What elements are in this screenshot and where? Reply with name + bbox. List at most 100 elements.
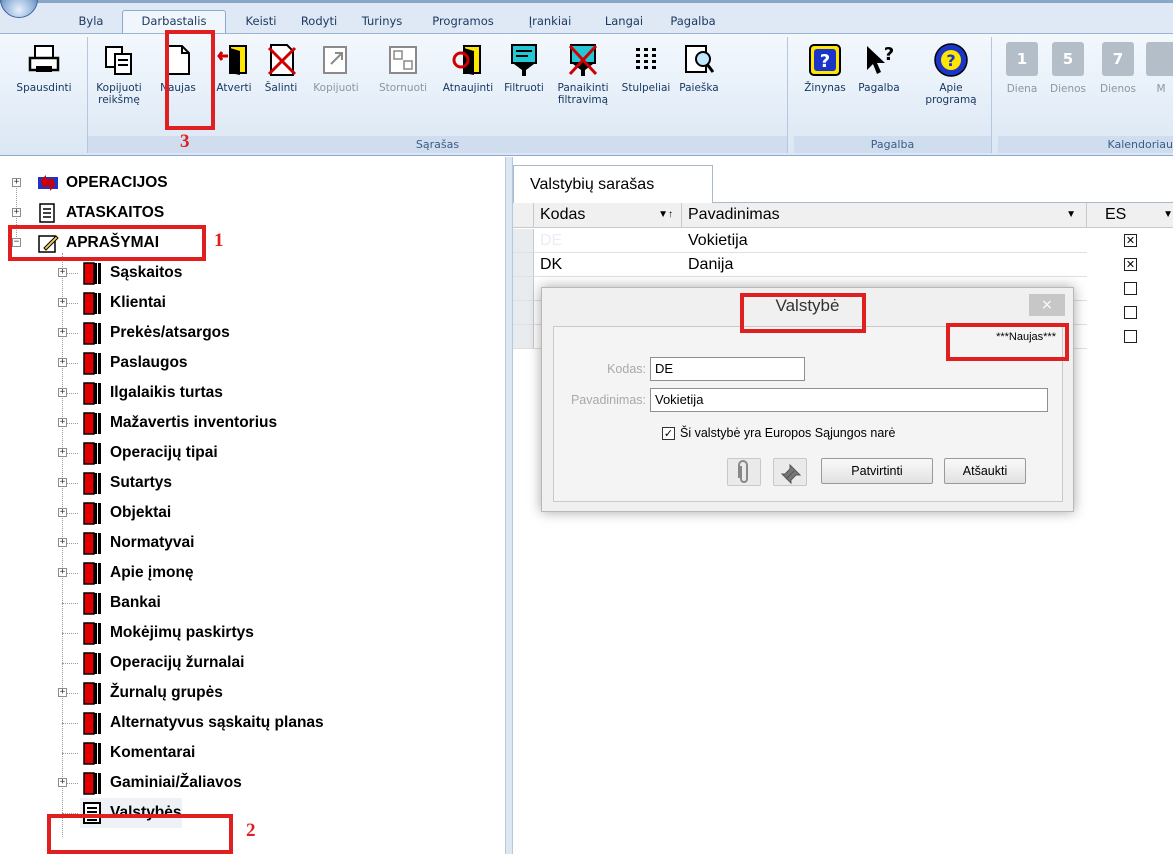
tree-root-ataskaitos[interactable]: ATASKAITOS [36, 198, 164, 228]
clear-filter-button[interactable]: Panaikinti filtravimą [550, 42, 616, 106]
menu-tab-byla[interactable]: Byla [68, 11, 114, 33]
splitter[interactable] [505, 157, 513, 854]
book-icon [83, 772, 101, 795]
pin-button[interactable] [773, 458, 807, 486]
menu-tab-irankiai[interactable]: Įrankiai [515, 11, 585, 33]
expander-toggle[interactable]: + [58, 538, 67, 547]
tree-item[interactable]: Mokėjimų paskirtys [80, 618, 254, 648]
calendar-5days-button[interactable]: 5 Dienos [1046, 42, 1090, 95]
tree-item-label: Sąskaitos [110, 264, 183, 281]
expander-toggle[interactable]: + [58, 508, 67, 517]
menu-tab-pagalba[interactable]: Pagalba [660, 11, 726, 33]
menu-tab-rodyti[interactable]: Rodyti [292, 11, 346, 33]
expander-toggle[interactable]: + [58, 298, 67, 307]
eu-member-cell-checkbox[interactable]: ✕ [1124, 234, 1137, 247]
expander-toggle[interactable]: + [58, 478, 67, 487]
tree-item[interactable]: Operacijų žurnalai [80, 648, 244, 678]
tree-item[interactable]: Žurnalų grupės [80, 678, 223, 708]
tree-item[interactable]: Operacijų tipai [80, 438, 218, 468]
eu-member-cell-checkbox[interactable] [1124, 282, 1137, 295]
row-indicator[interactable] [513, 301, 534, 325]
book-icon [83, 322, 101, 345]
delete-button[interactable]: Šalinti [256, 42, 306, 94]
tree-item[interactable]: Sąskaitos [80, 258, 182, 288]
column-header-name[interactable]: Pavadinimas ▼ [682, 203, 1087, 228]
expander-toggle[interactable]: + [58, 388, 67, 397]
expander-toggle[interactable]: + [12, 208, 21, 217]
menu-tab-keisti[interactable]: Keisti [236, 11, 286, 33]
tree-root-label: OPERACIJOS [66, 174, 168, 191]
row-indicator[interactable] [513, 253, 534, 277]
eu-member-cell-checkbox[interactable] [1124, 330, 1137, 343]
name-label: Pavadinimas: [570, 393, 646, 407]
calendar-1-icon: 1 [1006, 42, 1038, 76]
expander-toggle[interactable]: + [58, 328, 67, 337]
eu-member-checkbox[interactable]: ✓ [662, 427, 675, 440]
calendar-month-button[interactable]: M [1146, 42, 1173, 95]
copy-value-button[interactable]: Kopijuoti reikšmę [91, 42, 147, 106]
tree-item[interactable]: Objektai [80, 498, 171, 528]
column-header-es[interactable]: ES ▼ [1087, 203, 1173, 228]
expander-toggle[interactable]: + [58, 568, 67, 577]
tree-item[interactable]: Alternatyvus sąskaitų planas [80, 708, 324, 738]
calendar-7days-button[interactable]: 7 Dienos [1096, 42, 1140, 95]
expander-toggle[interactable]: + [58, 268, 67, 277]
row-indicator[interactable] [513, 325, 534, 349]
sort-filter-icon[interactable]: ▼↑ [658, 203, 673, 227]
expander-toggle[interactable]: + [58, 418, 67, 427]
cell-code[interactable]: DK [534, 253, 682, 277]
columns-button[interactable]: Stulpeliai [616, 42, 676, 94]
tree-item[interactable]: Mažavertis inventorius [80, 408, 277, 438]
tab-valstybiu-sarasas[interactable]: Valstybių sarašas [513, 165, 713, 203]
about-button[interactable]: ? Apie programą [918, 42, 984, 106]
help-button[interactable]: ? Pagalba [854, 42, 904, 94]
filter-button[interactable]: Filtruoti [498, 42, 550, 94]
eu-member-cell-checkbox[interactable] [1124, 306, 1137, 319]
cancel-button[interactable]: Atšaukti [944, 458, 1026, 484]
tree-item[interactable]: Klientai [80, 288, 166, 318]
code-field[interactable]: DE [650, 357, 805, 381]
expander-toggle[interactable]: + [58, 688, 67, 697]
row-indicator[interactable] [513, 277, 534, 301]
calendar-7-icon: 7 [1102, 42, 1134, 76]
print-button[interactable]: Spausdinti [6, 42, 82, 94]
menu-tab-turinys[interactable]: Turinys [353, 11, 411, 33]
name-field[interactable]: Vokietija [650, 388, 1048, 412]
tree-item[interactable]: Apie įmonę [80, 558, 194, 588]
search-button[interactable]: Paieška [674, 42, 724, 94]
confirm-button[interactable]: Patvirtinti [821, 458, 933, 484]
tree-item[interactable]: Paslaugos [80, 348, 188, 378]
calendar-month-icon [1146, 42, 1173, 76]
expander-toggle[interactable]: + [58, 448, 67, 457]
open-button[interactable]: Atverti [210, 42, 258, 94]
tree-item[interactable]: Bankai [80, 588, 161, 618]
cell-name[interactable]: Vokietija [682, 229, 1087, 253]
menu-tab-programos[interactable]: Programos [423, 11, 503, 33]
menu-tab-langai[interactable]: Langai [596, 11, 652, 33]
expander-toggle[interactable]: + [58, 778, 67, 787]
annotation-box-new-status [946, 323, 1069, 361]
expander-toggle[interactable]: + [58, 358, 67, 367]
tree-item[interactable]: Prekės/atsargos [80, 318, 230, 348]
tree-item[interactable]: Normatyvai [80, 528, 194, 558]
close-button[interactable]: × [1029, 294, 1065, 316]
row-indicator[interactable] [513, 229, 534, 253]
tree-item[interactable]: Gaminiai/Žaliavos [80, 768, 242, 798]
eu-member-cell-checkbox[interactable]: ✕ [1124, 258, 1137, 271]
tree-item[interactable]: Komentarai [80, 738, 195, 768]
refresh-button[interactable]: Atnaujinti [436, 42, 500, 94]
tree-root-operacijos[interactable]: OPERACIJOS [36, 168, 168, 198]
filter-dropdown-icon[interactable]: ▼ [1066, 203, 1076, 227]
cell-code[interactable]: DE [534, 229, 682, 253]
cell-name[interactable]: Danija [682, 253, 1087, 277]
tree-item[interactable]: Ilgalaikis turtas [80, 378, 223, 408]
tree-item[interactable]: Sutartys [80, 468, 172, 498]
calendar-day-button[interactable]: 1 Diena [1000, 42, 1044, 95]
column-header-code[interactable]: Kodas ▼↑ [534, 203, 682, 228]
guide-button[interactable]: ? Žinynas [798, 42, 852, 94]
attachment-button[interactable] [727, 458, 761, 486]
filter-dropdown-icon[interactable]: ▼ [1163, 203, 1173, 227]
copy-button[interactable]: Kopijuoti [303, 42, 369, 94]
expander-toggle[interactable]: + [12, 178, 21, 187]
cancel-entry-button[interactable]: Stornuoti [370, 42, 436, 94]
